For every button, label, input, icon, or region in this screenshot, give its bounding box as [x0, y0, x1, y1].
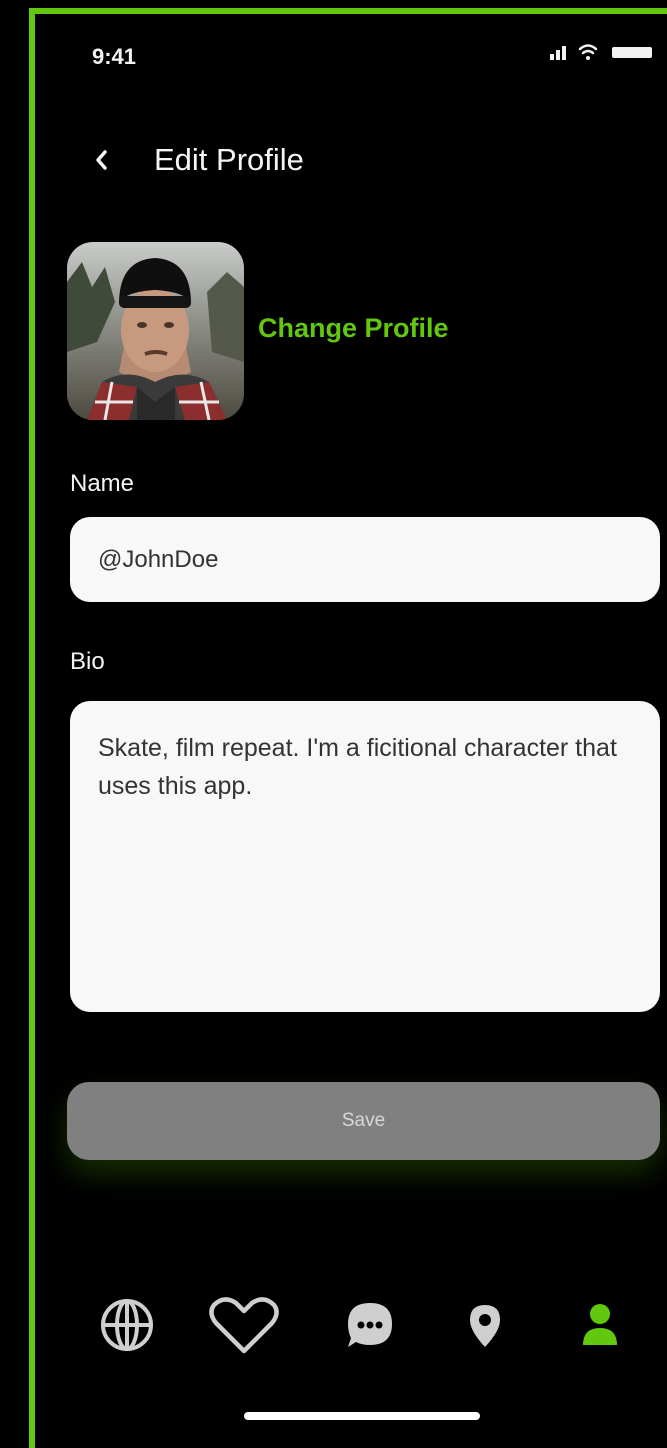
home-indicator [244, 1412, 480, 1420]
battery-icon [612, 47, 652, 58]
signal-icon [550, 46, 566, 60]
back-button[interactable] [84, 140, 118, 180]
bio-textarea[interactable]: Skate, film repeat. I'm a ficitional cha… [70, 701, 660, 1012]
status-time: 9:41 [92, 44, 137, 69]
change-profile-link[interactable]: Change Profile [258, 313, 449, 344]
name-input[interactable]: @JohnDoe [70, 517, 660, 602]
avatar-photo [67, 242, 244, 420]
globe-icon [101, 1299, 153, 1351]
bio-label: Bio [70, 648, 105, 675]
name-label: Name [70, 470, 135, 497]
chevron-left-icon [96, 150, 107, 170]
profile-icon [583, 1304, 617, 1345]
location-pin-icon [470, 1305, 500, 1347]
nav-item-profile[interactable] [574, 1290, 626, 1360]
nav-item-favorites[interactable] [204, 1290, 284, 1360]
save-button[interactable]: Save [67, 1082, 660, 1160]
page-title: Edit Profile [154, 142, 304, 177]
status-icons [550, 44, 652, 60]
profile-avatar[interactable] [67, 242, 244, 420]
heart-icon [209, 1297, 279, 1354]
chat-icon [348, 1303, 392, 1347]
nav-item-map[interactable] [460, 1290, 510, 1360]
nav-item-explore[interactable] [90, 1290, 164, 1360]
wifi-icon [578, 44, 598, 60]
nav-item-messages[interactable] [340, 1290, 400, 1360]
